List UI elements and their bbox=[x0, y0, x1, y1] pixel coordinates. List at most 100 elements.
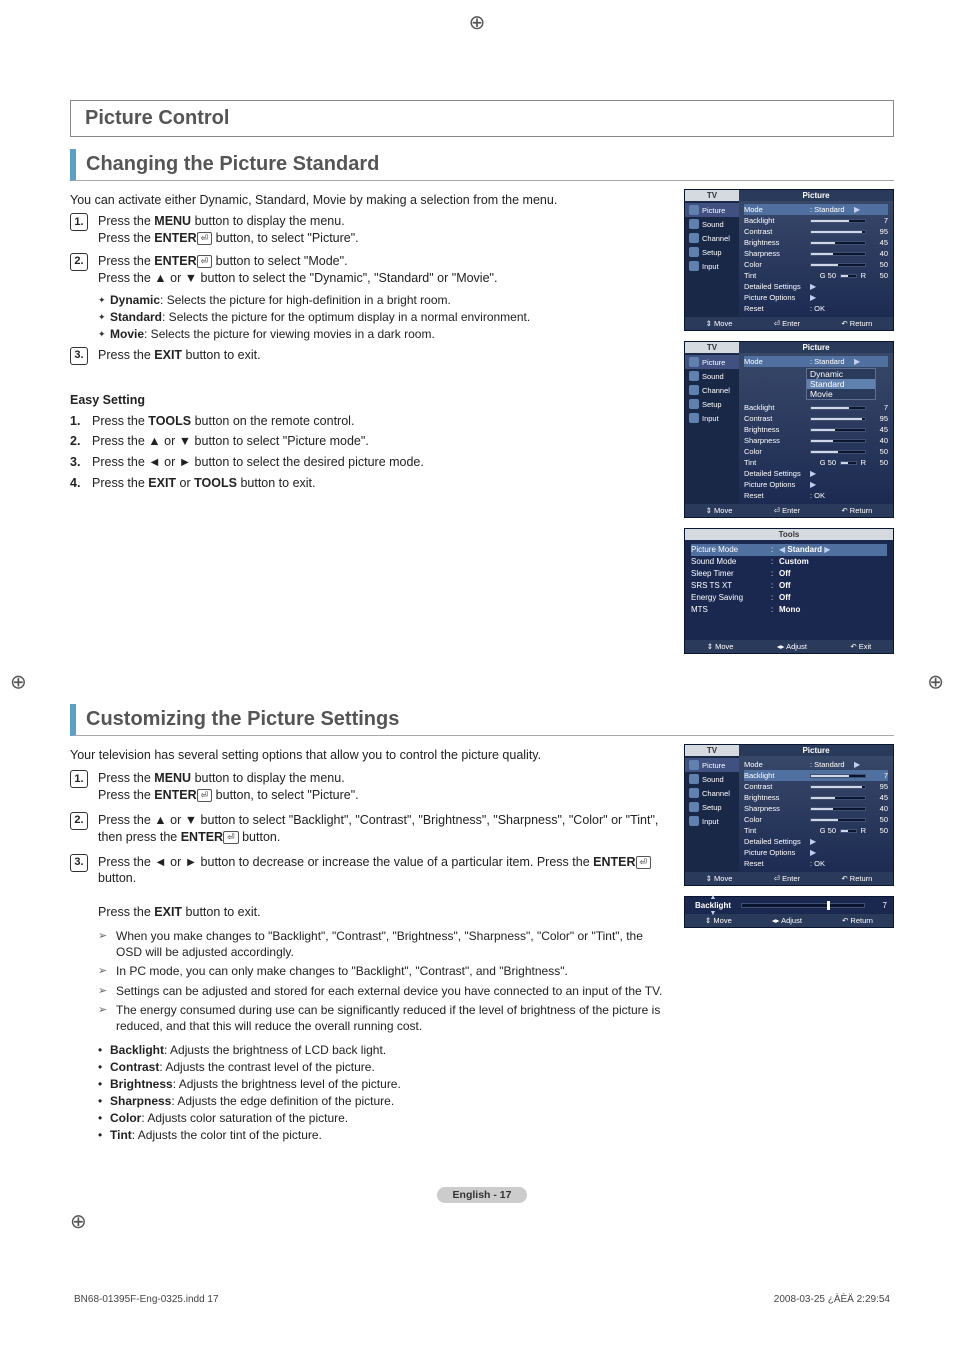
osd-slider[interactable] bbox=[810, 230, 866, 234]
osd-side-item[interactable]: Sound bbox=[685, 772, 739, 786]
tools-row[interactable]: SRS TS XT:Off bbox=[691, 580, 887, 592]
osd-row[interactable]: Brightness45 bbox=[744, 237, 888, 248]
osd-row[interactable]: Picture Options▶ bbox=[744, 292, 888, 303]
osd-side-icon bbox=[689, 413, 699, 423]
osd-row[interactable]: Brightness45 bbox=[744, 792, 888, 803]
osd-slider[interactable] bbox=[810, 450, 866, 454]
osd-side-item[interactable]: Sound bbox=[685, 369, 739, 383]
osd-title: Picture bbox=[739, 190, 893, 201]
osd-row[interactable]: Color50 bbox=[744, 814, 888, 825]
osd-row[interactable]: TintG 50R50 bbox=[744, 825, 888, 836]
osd-side-item[interactable]: Channel bbox=[685, 786, 739, 800]
osd-side-item[interactable]: Input bbox=[685, 411, 739, 425]
note-item: Settings can be adjusted and stored for … bbox=[98, 984, 670, 1000]
osd-slider[interactable] bbox=[810, 774, 866, 778]
osd-panel: TVPicturePictureSoundChannelSetupInputMo… bbox=[684, 341, 894, 518]
osd-side-icon bbox=[689, 357, 699, 367]
osd-slider[interactable] bbox=[810, 428, 866, 432]
osd-row[interactable]: Sharpness40 bbox=[744, 248, 888, 259]
tools-row[interactable]: MTS:Mono bbox=[691, 604, 887, 616]
osd-side-item[interactable]: Sound bbox=[685, 217, 739, 231]
osd-slider[interactable] bbox=[810, 219, 866, 223]
osd-side-item[interactable]: Setup bbox=[685, 800, 739, 814]
osd-slider[interactable] bbox=[810, 263, 866, 267]
osd-slider[interactable] bbox=[810, 807, 866, 811]
tools-row[interactable]: Energy Saving:Off bbox=[691, 592, 887, 604]
osd-side-icon bbox=[689, 205, 699, 215]
osd-row[interactable]: Sharpness40 bbox=[744, 803, 888, 814]
osd-slider[interactable] bbox=[810, 417, 866, 421]
osd-side-item[interactable]: Setup bbox=[685, 245, 739, 259]
arrow-right-icon: ▶ bbox=[810, 281, 816, 292]
osd-row[interactable]: TintG 50R50 bbox=[744, 270, 888, 281]
backlight-slider[interactable] bbox=[741, 903, 865, 908]
osd-row[interactable]: Color50 bbox=[744, 259, 888, 270]
osd-dropdown-item[interactable]: Standard bbox=[807, 379, 875, 389]
osd-dropdown-item[interactable]: Movie bbox=[807, 389, 875, 399]
osd-slider[interactable] bbox=[810, 818, 866, 822]
tools-footer: ⇕ Move◂▸ Adjust↶ Exit bbox=[685, 640, 893, 653]
osd-side-item[interactable]: Channel bbox=[685, 231, 739, 245]
osd-panel: TVPicturePictureSoundChannelSetupInputMo… bbox=[684, 189, 894, 331]
osd-row[interactable]: Reset: OK bbox=[744, 490, 888, 501]
osd-slider[interactable] bbox=[840, 461, 857, 465]
osd-row[interactable]: Color50 bbox=[744, 446, 888, 457]
osd-row[interactable]: Detailed Settings▶ bbox=[744, 468, 888, 479]
osd-side-item[interactable]: Input bbox=[685, 814, 739, 828]
osd-row[interactable]: Mode: Standard▶ bbox=[744, 204, 888, 215]
osd-footer-item: ⏎ Enter bbox=[774, 506, 800, 515]
osd-side-item[interactable]: Setup bbox=[685, 397, 739, 411]
osd-row[interactable]: Backlight7 bbox=[744, 770, 888, 781]
osd-slider[interactable] bbox=[810, 406, 866, 410]
osd-row[interactable]: Contrast95 bbox=[744, 226, 888, 237]
osd-row[interactable]: Detailed Settings▶ bbox=[744, 281, 888, 292]
osd-slider[interactable] bbox=[840, 274, 857, 278]
osd-dropdown-item[interactable]: Dynamic bbox=[807, 369, 875, 379]
osd-row[interactable]: Mode: Standard▶ bbox=[744, 759, 888, 770]
osd-row[interactable]: Picture Options▶ bbox=[744, 479, 888, 490]
section1-step3: 3. Press the EXIT button to exit. bbox=[70, 347, 670, 365]
osd-slider[interactable] bbox=[810, 252, 866, 256]
osd-row[interactable]: Brightness45 bbox=[744, 424, 888, 435]
osd-tv-label: TV bbox=[685, 342, 739, 353]
osd-main: Mode: Standard▶Backlight7Contrast95Brigh… bbox=[739, 756, 893, 872]
footer-file: BN68-01395F-Eng-0325.indd 17 bbox=[74, 1294, 219, 1305]
osd-row[interactable]: Mode: Standard▶ bbox=[744, 356, 888, 367]
modes-list: Dynamic: Selects the picture for high-de… bbox=[98, 293, 670, 341]
osd-footer-item: ↶ Return bbox=[841, 319, 872, 328]
tools-row[interactable]: Picture Mode:◀ Standard ▶ bbox=[691, 544, 887, 556]
osd-row[interactable]: Reset: OK bbox=[744, 858, 888, 869]
osd-row[interactable]: Contrast95 bbox=[744, 781, 888, 792]
osd-row[interactable]: Backlight7 bbox=[744, 215, 888, 226]
osd-row[interactable]: Reset: OK bbox=[744, 303, 888, 314]
osd-slider[interactable] bbox=[810, 439, 866, 443]
definition-item: Brightness: Adjusts the brightness level… bbox=[98, 1077, 670, 1091]
osd-side-item[interactable]: Input bbox=[685, 259, 739, 273]
osd-row[interactable]: Picture Options▶ bbox=[744, 847, 888, 858]
tools-row[interactable]: Sleep Timer:Off bbox=[691, 568, 887, 580]
osd-slider[interactable] bbox=[810, 796, 866, 800]
osd-slider[interactable] bbox=[840, 829, 857, 833]
osd-footer-item: ⏎ Enter bbox=[774, 319, 800, 328]
osd-footer-item: ↶ Return bbox=[841, 874, 872, 883]
mode-item: Standard: Selects the picture for the op… bbox=[98, 310, 670, 324]
osd-row[interactable]: Backlight7 bbox=[744, 402, 888, 413]
osd-side-item[interactable]: Picture bbox=[685, 355, 739, 369]
section2-columns: Your television has several setting opti… bbox=[70, 744, 894, 1146]
osd-footer: ⇕ Move⏎ Enter↶ Return bbox=[685, 317, 893, 330]
osd-row[interactable]: Contrast95 bbox=[744, 413, 888, 424]
osd-row[interactable]: Sharpness40 bbox=[744, 435, 888, 446]
osd-slider[interactable] bbox=[810, 241, 866, 245]
osd-side-item[interactable]: Channel bbox=[685, 383, 739, 397]
osd-side-icon bbox=[689, 802, 699, 812]
tools-row[interactable]: Sound Mode:Custom bbox=[691, 556, 887, 568]
osd-slider[interactable] bbox=[810, 785, 866, 789]
osd-side-item[interactable]: Picture bbox=[685, 758, 739, 772]
section2-right: TVPicturePictureSoundChannelSetupInputMo… bbox=[684, 744, 894, 1146]
arrow-right-icon: ▶ bbox=[810, 836, 816, 847]
osd-row[interactable]: TintG 50R50 bbox=[744, 457, 888, 468]
page-title: Picture Control bbox=[85, 107, 229, 129]
osd-side-item[interactable]: Picture bbox=[685, 203, 739, 217]
osd-footer-item: ⇕ Move bbox=[706, 874, 733, 883]
osd-row[interactable]: Detailed Settings▶ bbox=[744, 836, 888, 847]
